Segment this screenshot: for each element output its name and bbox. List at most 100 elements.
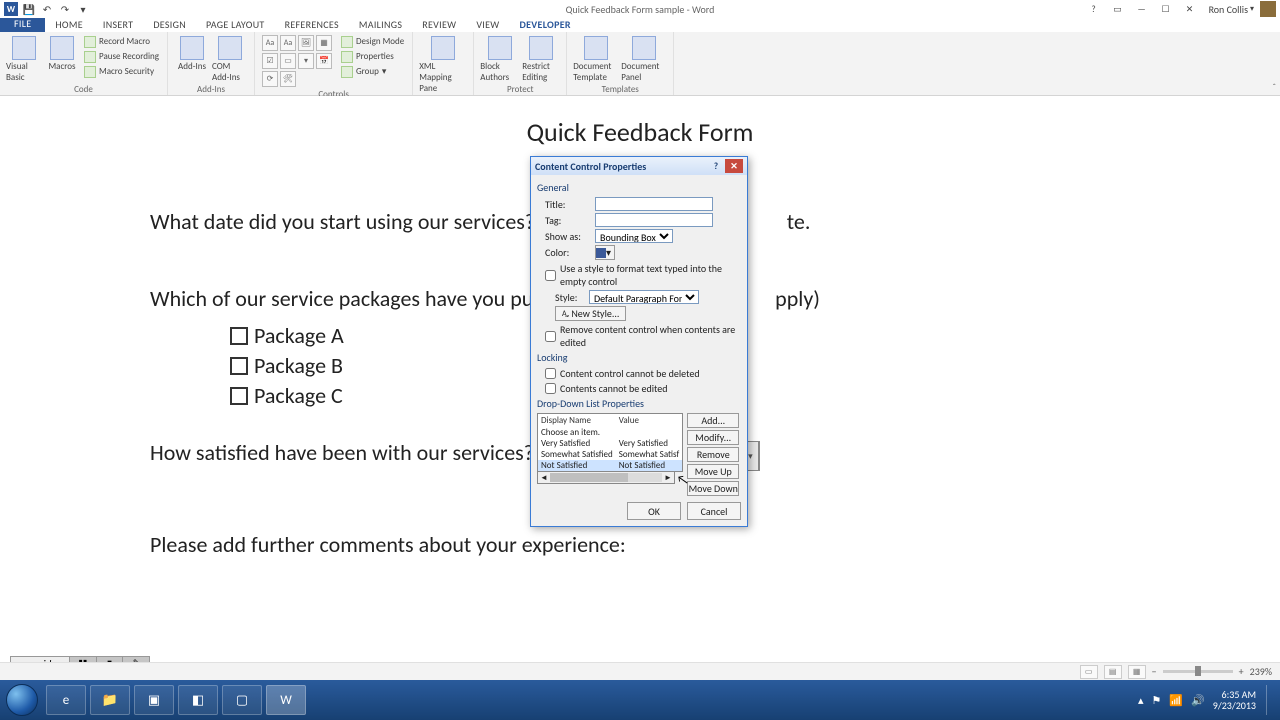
user-name[interactable]: Ron Collis bbox=[1209, 3, 1248, 16]
modify-button[interactable]: Modify... bbox=[687, 430, 739, 445]
move-down-button[interactable]: Move Down bbox=[687, 481, 739, 496]
print-layout-icon[interactable]: ▤ bbox=[1104, 665, 1122, 679]
dropdown-items-table[interactable]: Display NameValue Choose an item. Very S… bbox=[537, 413, 683, 472]
tray-clock[interactable]: 6:35 AM 9/23/2013 bbox=[1213, 689, 1258, 711]
table-row: Somewhat SatisfiedSomewhat Satisf bbox=[538, 449, 683, 460]
lock-delete-checkbox[interactable] bbox=[545, 368, 556, 379]
redo-icon[interactable]: ↷ bbox=[58, 2, 72, 16]
tray-up-icon[interactable]: ▴ bbox=[1138, 694, 1144, 707]
show-as-select[interactable]: Bounding Box bbox=[595, 229, 673, 243]
ribbon-options-icon[interactable]: ▭ bbox=[1107, 2, 1129, 16]
taskbar-app3-icon[interactable]: ▢ bbox=[222, 685, 262, 715]
dialog-help-icon[interactable]: ? bbox=[707, 159, 725, 173]
picture-control-icon[interactable]: 🖼 bbox=[298, 35, 314, 51]
tab-insert[interactable]: INSERT bbox=[93, 17, 143, 32]
style-select[interactable]: Default Paragraph Font bbox=[589, 290, 699, 304]
show-desktop-button[interactable] bbox=[1266, 685, 1274, 715]
design-mode-button[interactable]: Design Mode bbox=[339, 34, 406, 49]
document-template-button[interactable]: Document Template bbox=[573, 34, 619, 83]
tab-mailings[interactable]: MAILINGS bbox=[349, 17, 412, 32]
start-button[interactable] bbox=[6, 684, 38, 716]
remove-button[interactable]: Remove bbox=[687, 447, 739, 462]
dialog-title-bar[interactable]: Content Control Properties ? ✕ bbox=[531, 157, 747, 175]
lock-edit-checkbox[interactable] bbox=[545, 383, 556, 394]
zoom-in-icon[interactable]: + bbox=[1239, 665, 1244, 678]
dialog-close-icon[interactable]: ✕ bbox=[725, 159, 743, 173]
table-hscroll[interactable]: ◄ ► bbox=[537, 472, 675, 484]
minimize-icon[interactable]: — bbox=[1131, 2, 1153, 16]
com-addins-button[interactable]: COM Add-Ins bbox=[212, 34, 248, 83]
help-icon[interactable]: ? bbox=[1083, 2, 1105, 16]
web-layout-icon[interactable]: ▦ bbox=[1128, 665, 1146, 679]
xml-mapping-button[interactable]: XML Mapping Pane bbox=[419, 34, 467, 94]
date-picker-control-icon[interactable]: 📅 bbox=[316, 53, 332, 69]
zoom-level[interactable]: 239% bbox=[1250, 665, 1272, 678]
tray-flag-icon[interactable]: ⚑ bbox=[1152, 694, 1162, 707]
macro-security-button[interactable]: Macro Security bbox=[82, 64, 161, 79]
ok-button[interactable]: OK bbox=[627, 502, 681, 520]
move-up-button[interactable]: Move Up bbox=[687, 464, 739, 479]
tab-review[interactable]: REVIEW bbox=[412, 17, 466, 32]
tab-page-layout[interactable]: PAGE LAYOUT bbox=[196, 17, 275, 32]
taskbar-explorer-icon[interactable]: 📁 bbox=[90, 685, 130, 715]
checkbox-control-icon[interactable]: ☑ bbox=[262, 53, 278, 69]
properties-button[interactable]: Properties bbox=[339, 49, 406, 64]
taskbar-word-icon[interactable]: W bbox=[266, 685, 306, 715]
checkbox-package-c[interactable] bbox=[230, 387, 248, 405]
plain-text-control-icon[interactable]: Aa bbox=[280, 35, 296, 51]
dropdown-control-icon[interactable]: ▾ bbox=[298, 53, 314, 69]
macros-button[interactable]: Macros bbox=[44, 34, 80, 72]
scroll-thumb[interactable] bbox=[550, 473, 628, 482]
taskbar-app2-icon[interactable]: ◧ bbox=[178, 685, 218, 715]
close-icon[interactable]: ✕ bbox=[1179, 2, 1201, 16]
scroll-left-icon[interactable]: ◄ bbox=[538, 473, 550, 483]
lock-delete-label: Content control cannot be deleted bbox=[560, 367, 700, 380]
remove-cc-checkbox[interactable] bbox=[545, 331, 556, 342]
record-macro-button[interactable]: Record Macro bbox=[82, 34, 161, 49]
checkbox-package-b[interactable] bbox=[230, 357, 248, 375]
use-style-checkbox[interactable] bbox=[545, 270, 556, 281]
group-addins: Add-Ins COM Add-Ins Add-Ins bbox=[168, 32, 255, 95]
tab-developer[interactable]: DEVELOPER bbox=[510, 17, 581, 32]
tab-references[interactable]: REFERENCES bbox=[275, 17, 349, 32]
tab-view[interactable]: VIEW bbox=[466, 17, 509, 32]
color-picker[interactable]: ▾ bbox=[595, 245, 615, 260]
tag-input[interactable] bbox=[595, 213, 713, 227]
user-avatar[interactable] bbox=[1260, 1, 1276, 17]
scroll-right-icon[interactable]: ► bbox=[662, 473, 674, 483]
section-general: General bbox=[537, 181, 741, 194]
undo-icon[interactable]: ↶ bbox=[40, 2, 54, 16]
qat-dropdown-icon[interactable]: ▾ bbox=[76, 2, 90, 16]
taskbar-ie-icon[interactable]: e bbox=[46, 685, 86, 715]
visual-basic-button[interactable]: Visual Basic bbox=[6, 34, 42, 83]
pause-recording-button[interactable]: Pause Recording bbox=[82, 49, 161, 64]
zoom-out-icon[interactable]: − bbox=[1152, 665, 1157, 678]
taskbar-app1-icon[interactable]: ▣ bbox=[134, 685, 174, 715]
rich-text-control-icon[interactable]: Aa bbox=[262, 35, 278, 51]
tray-volume-icon[interactable]: 🔊 bbox=[1191, 694, 1205, 707]
tab-home[interactable]: HOME bbox=[45, 17, 92, 32]
restrict-editing-button[interactable]: Restrict Editing bbox=[522, 34, 560, 83]
legacy-tools-icon[interactable]: 🛠 bbox=[280, 71, 296, 87]
cancel-button[interactable]: Cancel bbox=[687, 502, 741, 520]
building-block-control-icon[interactable]: ▦ bbox=[316, 35, 332, 51]
add-button[interactable]: Add... bbox=[687, 413, 739, 428]
read-mode-icon[interactable]: ▭ bbox=[1080, 665, 1098, 679]
document-title: Quick Feedback Form sample - Word bbox=[566, 3, 715, 16]
repeating-section-control-icon[interactable]: ⟳ bbox=[262, 71, 278, 87]
maximize-icon[interactable]: ☐ bbox=[1155, 2, 1177, 16]
zoom-slider[interactable] bbox=[1163, 670, 1233, 673]
group-button[interactable]: Group ▾ bbox=[339, 64, 406, 79]
collapse-ribbon-icon[interactable]: ˆ bbox=[1272, 82, 1276, 93]
save-icon[interactable]: 💾 bbox=[22, 2, 36, 16]
document-panel-button[interactable]: Document Panel bbox=[621, 34, 667, 83]
new-style-button[interactable]: A̲ₐNew Style... bbox=[555, 306, 626, 321]
combobox-control-icon[interactable]: ▭ bbox=[280, 53, 296, 69]
package-a-label: Package A bbox=[254, 322, 344, 349]
tab-design[interactable]: DESIGN bbox=[143, 17, 196, 32]
block-authors-button[interactable]: Block Authors bbox=[480, 34, 520, 83]
addins-button[interactable]: Add-Ins bbox=[174, 34, 210, 72]
title-input[interactable] bbox=[595, 197, 713, 211]
checkbox-package-a[interactable] bbox=[230, 327, 248, 345]
tray-network-icon[interactable]: 📶 bbox=[1169, 694, 1183, 707]
